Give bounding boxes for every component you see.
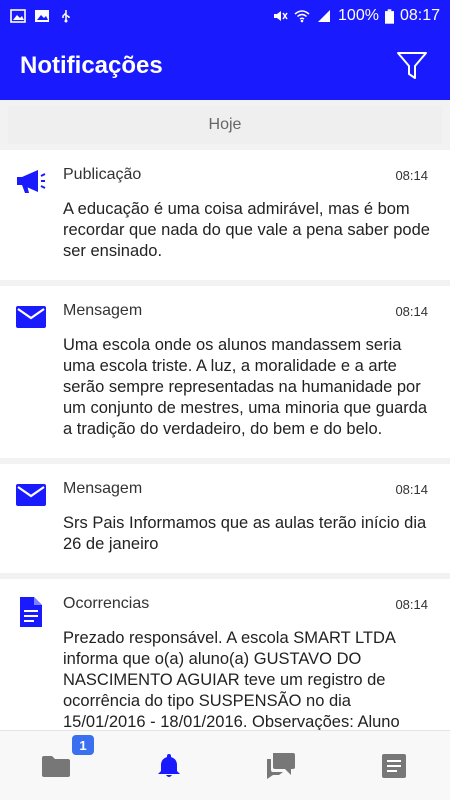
- date-header: Hoje: [8, 106, 442, 144]
- notifications-list[interactable]: Hoje Publicação 08:14 A educação é uma c…: [0, 100, 450, 730]
- wifi-icon: [294, 10, 310, 23]
- document-icon: [20, 597, 42, 627]
- battery-text: 100%: [338, 7, 379, 24]
- mail-icon: [16, 306, 46, 328]
- notification-type: Mensagem: [63, 480, 143, 497]
- status-bar: 100% 08:17: [0, 0, 450, 32]
- notification-card[interactable]: Ocorrencias 08:14 Prezado responsável. A…: [0, 579, 450, 730]
- filter-icon: [397, 52, 427, 79]
- notification-card[interactable]: Publicação 08:14 A educação é uma coisa …: [0, 150, 450, 280]
- clock: 08:17: [399, 7, 440, 24]
- bell-icon: [157, 753, 180, 777]
- folder-badge: 1: [72, 735, 94, 755]
- battery-icon: [384, 8, 394, 24]
- nav-notifications[interactable]: [113, 731, 226, 800]
- notification-type: Publicação: [63, 166, 142, 183]
- notification-card[interactable]: Mensagem 08:14 Srs Pais Informamos que a…: [0, 464, 450, 573]
- folder-icon: [42, 755, 71, 777]
- megaphone-icon: [17, 170, 46, 193]
- notification-type: Ocorrencias: [63, 595, 150, 612]
- notification-message: A educação é uma coisa admirável, mas é …: [63, 200, 430, 260]
- nav-folder[interactable]: 1: [0, 731, 113, 800]
- app-bar: Notificações: [0, 32, 450, 100]
- notification-time: 08:14: [395, 304, 428, 319]
- gallery-icon: [35, 10, 49, 22]
- mail-icon: [16, 484, 46, 506]
- signal-icon: [318, 10, 331, 22]
- notification-time: 08:14: [395, 168, 428, 183]
- notification-message: Prezado responsável. A escola SMART LTDA…: [63, 629, 400, 730]
- chat-icon: [267, 752, 296, 779]
- notification-message: Srs Pais Informamos que as aulas terão i…: [63, 514, 427, 553]
- bottom-nav: 1: [0, 730, 450, 800]
- mute-icon: [274, 11, 288, 21]
- notification-message: Uma escola onde os alunos mandassem seri…: [63, 336, 428, 438]
- page-title: Notificações: [20, 52, 163, 79]
- usb-icon: [62, 10, 70, 23]
- notification-time: 08:14: [395, 482, 428, 497]
- notification-card[interactable]: Mensagem 08:14 Uma escola onde os alunos…: [0, 286, 450, 458]
- nav-messages[interactable]: [225, 731, 338, 800]
- notes-icon: [381, 753, 406, 778]
- notification-type: Mensagem: [63, 302, 143, 319]
- image-icon: [10, 9, 26, 23]
- filter-button[interactable]: [394, 48, 430, 84]
- nav-notes[interactable]: [338, 731, 450, 800]
- notification-time: 08:14: [395, 597, 428, 612]
